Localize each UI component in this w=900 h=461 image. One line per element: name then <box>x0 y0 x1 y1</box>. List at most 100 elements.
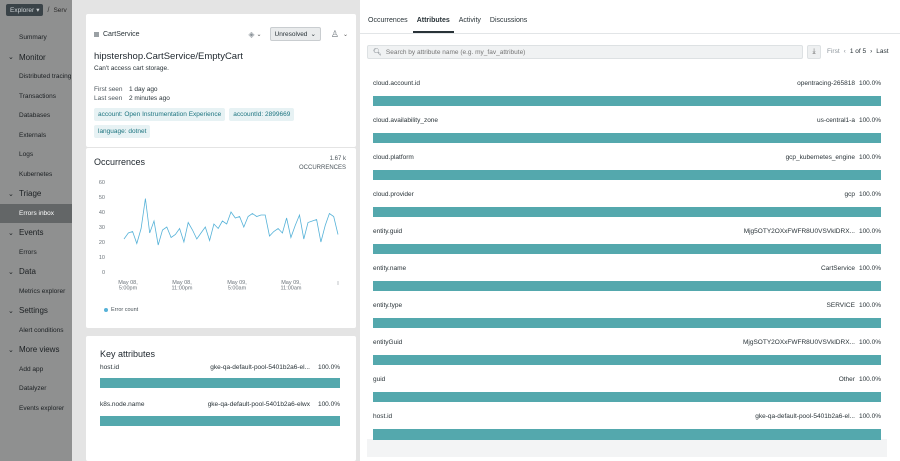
attribute-row-text: cloud.account.id opentracing-265818 100.0% <box>373 80 881 87</box>
first-seen-value: 1 day ago <box>129 86 158 93</box>
nav-item[interactable]: Transactions <box>0 87 72 107</box>
tag-language[interactable]: language: dotnet <box>94 125 151 138</box>
x-tick-label: May 09, 11:00am <box>281 280 302 292</box>
pager-last[interactable]: Last <box>876 48 888 55</box>
attribute-row-text: entity.guid Mjg5OTY2OXxFWFR8U0VSVklDRX...… <box>373 228 881 235</box>
attribute-row[interactable]: cloud.availability_zone us-central1-a 100.… <box>367 106 887 144</box>
tag-row: account: Open Instrumentation Experience… <box>94 108 295 121</box>
last-seen: Last seen 2 minutes ago <box>94 95 170 102</box>
chevron-down-icon[interactable]: ⌄ <box>343 31 348 38</box>
attribute-search-input[interactable] <box>385 48 802 56</box>
key-attribute-row: k8s.node.name gke-qa-default-pool-5401b2… <box>100 401 340 413</box>
tab-attributes[interactable]: Attributes <box>412 17 454 33</box>
service-row: CartService ◈ ⌄ Unresolved ⌄ ♙ ⌄ <box>94 27 348 41</box>
attribute-row[interactable]: entityGuid MjgSOTY2OXxFWFR8U0VSVklDRX... 1… <box>367 328 887 366</box>
attribute-row[interactable]: cloud.platform gcp_kubernetes_engine 100.0… <box>367 143 887 181</box>
attribute-search[interactable]: 🔍︎ <box>367 45 803 59</box>
chevron-down-icon: ⌄ <box>310 31 316 38</box>
pager-label: 1 of 5 <box>849 48 867 55</box>
nav-item[interactable]: Logs <box>0 145 72 165</box>
nav-section-more-views[interactable]: ⌄ More views <box>0 340 72 360</box>
nav-item[interactable]: Databases <box>0 106 72 126</box>
attribute-value: SERVICE <box>826 302 855 309</box>
attribute-value: MjgSOTY2OXxFWFR8U0VSVklDRX... <box>742 339 855 346</box>
service-name[interactable]: CartService <box>103 31 248 38</box>
nav-section-label: Events <box>19 228 44 238</box>
chevron-down-icon: ⌄ <box>8 268 14 276</box>
nav-item[interactable]: Datalyzer <box>0 379 72 399</box>
key-attribute-pct: 100.0% <box>317 364 340 371</box>
chevron-down-icon: ⌄ <box>8 346 14 354</box>
nav-item[interactable]: Events explorer <box>0 399 72 419</box>
key-attributes-title: Key attributes <box>100 349 156 359</box>
nav-item[interactable]: Metrics explorer <box>0 282 72 302</box>
error-title: hipstershop.CartService/EmptyCart <box>94 51 243 62</box>
attribute-value: gke-qa-default-pool-5401b2a6-el... <box>755 413 855 420</box>
nav-section-triage[interactable]: ⌄ Triage <box>0 184 72 204</box>
attribute-pct: 100.0% <box>858 265 881 272</box>
occurrences-chart: 0 10 20 30 40 50 60 May 08, 5:00pm May 08, 11:00pm… <box>99 180 339 292</box>
search-icon: 🔍︎ <box>373 49 382 56</box>
attribute-row[interactable]: entity.type SERVICE 100.0% <box>367 291 887 329</box>
attribute-row-text: entityGuid MjgSOTY2OXxFWFR8U0VSVklDRX... 1… <box>373 339 881 346</box>
nav-item[interactable]: Errors <box>0 243 72 263</box>
attribute-row[interactable]: host.id gke-qa-default-pool-5401b2a6-el..… <box>367 402 887 440</box>
explorer-button[interactable]: Explorer ▾ <box>6 4 44 16</box>
tag-account-id[interactable]: accountId: 2899669 <box>229 108 295 121</box>
attribute-row-text: entity.name CartService 100.0% <box>373 265 881 272</box>
nav-item[interactable]: Add app <box>0 360 72 380</box>
key-attribute-pct: 100.0% <box>317 401 340 408</box>
pager-next[interactable]: › <box>870 48 872 55</box>
user-icon[interactable]: ♙ <box>331 29 339 40</box>
tag-row: language: dotnet <box>94 125 151 138</box>
attribute-row[interactable]: cloud.provider gcp 100.0% <box>367 180 887 218</box>
y-tick-label: 60 <box>99 180 105 186</box>
pager-first[interactable]: First <box>827 48 840 55</box>
status-dropdown[interactable]: Unresolved ⌄ <box>269 27 321 41</box>
tab-bar: Occurrences Attributes Activity Discussi… <box>360 0 900 34</box>
tab-occurrences[interactable]: Occurrences <box>364 17 412 33</box>
attribute-row[interactable]: guid Other 100.0% <box>367 365 887 403</box>
y-tick-label: 10 <box>99 255 105 261</box>
nav-item-errors-inbox[interactable]: Errors inbox <box>0 203 72 223</box>
nav-item[interactable]: Alert conditions <box>0 321 72 341</box>
nav-item[interactable]: Kubernetes <box>0 165 72 185</box>
attribute-row[interactable]: entity.guid Mjg5OTY2OXxFWFR8U0VSVklDRX...… <box>367 217 887 255</box>
chart-legend[interactable]: Error count <box>104 307 138 313</box>
attribute-pct: 100.0% <box>858 302 881 309</box>
download-icon[interactable]: ⤓ <box>807 45 821 59</box>
attribute-key: entity.guid <box>373 228 403 235</box>
attribute-bar <box>373 429 881 440</box>
attribute-row[interactable]: cloud.account.id opentracing-265818 100.0% <box>367 69 887 107</box>
attribute-pct: 100.0% <box>858 191 881 198</box>
attribute-key: entity.type <box>373 302 403 309</box>
nav-summary[interactable]: Summary <box>0 28 72 48</box>
nav-item[interactable]: Distributed tracing <box>0 67 72 87</box>
attribute-row-text: cloud.platform gcp_kubernetes_engine 100.0… <box>373 154 881 161</box>
attribute-row[interactable]: entity.name CartService 100.0% <box>367 254 887 292</box>
y-tick-label: 40 <box>99 210 105 216</box>
tab-activity[interactable]: Activity <box>455 17 485 33</box>
explorer-label: Explorer <box>10 6 35 14</box>
key-attribute-value: gke-qa-default-pool-5401b2a6-elwx <box>207 401 310 408</box>
first-seen-label: First seen <box>94 86 123 93</box>
nav-section-settings[interactable]: ⌄ Settings <box>0 301 72 321</box>
nav-section-data[interactable]: ⌄ Data <box>0 262 72 282</box>
breadcrumb-service-link[interactable]: Serv <box>53 7 66 14</box>
tag-account[interactable]: account: Open Instrumentation Experience <box>94 108 226 121</box>
attribute-pct: 100.0% <box>858 117 881 124</box>
nav-section-label: Data <box>19 267 36 277</box>
nav-section-label: Monitor <box>19 52 46 62</box>
tag-icon[interactable]: ◈ <box>248 30 254 39</box>
key-attribute-key: k8s.node.name <box>100 401 145 408</box>
chevron-down-icon[interactable]: ⌄ <box>257 31 262 38</box>
nav-section-events[interactable]: ⌄ Events <box>0 223 72 243</box>
occurrences-title: Occurrences <box>94 157 146 167</box>
nav-item[interactable]: Externals <box>0 126 72 146</box>
chevron-down-icon: ⌄ <box>8 229 14 237</box>
nav-section-monitor[interactable]: ⌄ Monitor <box>0 48 72 68</box>
occurrences-count-value: 1.67 k <box>329 156 346 162</box>
pager-prev[interactable]: ‹ <box>844 48 846 55</box>
attribute-pct: 100.0% <box>858 413 881 420</box>
tab-discussions[interactable]: Discussions <box>486 17 531 33</box>
